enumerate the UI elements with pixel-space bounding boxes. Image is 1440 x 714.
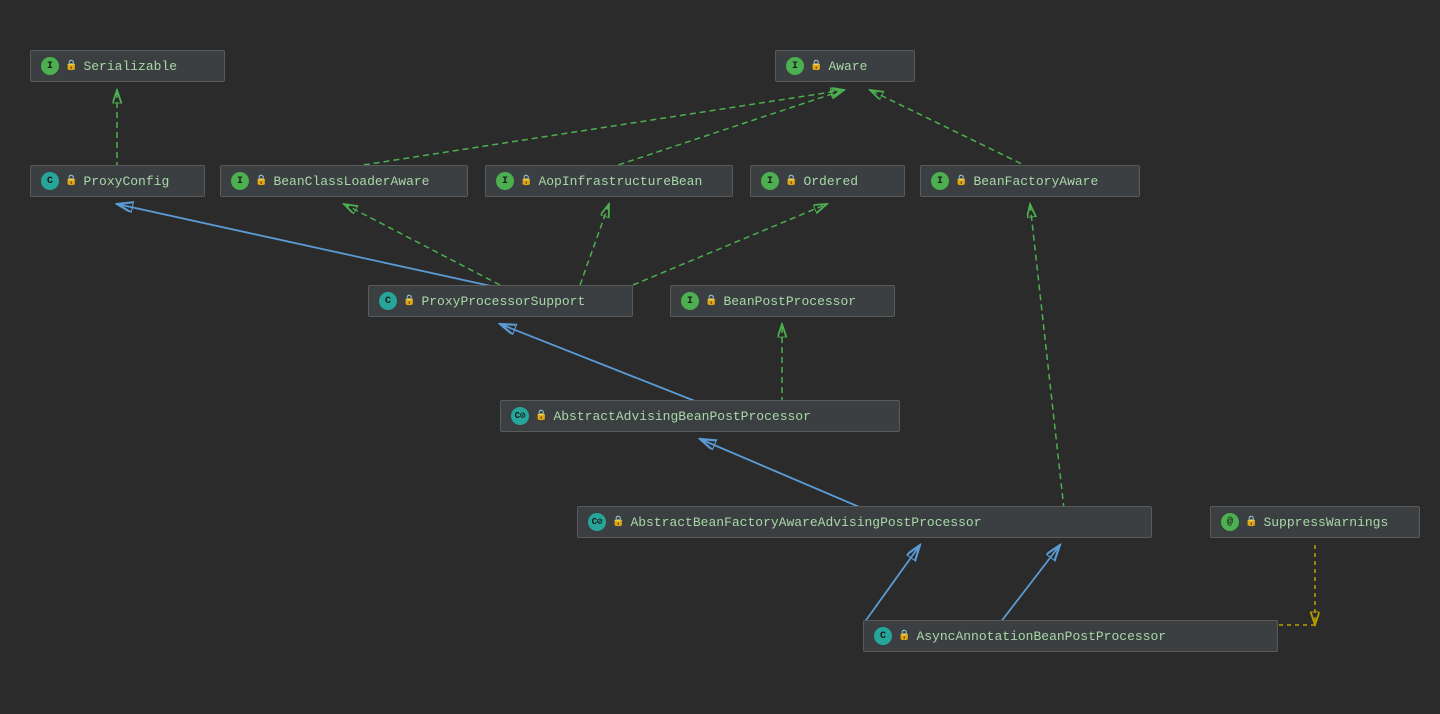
label-beanclassloaderaware: BeanClassLoaderAware [273, 174, 429, 189]
lock-icon-aware: 🔒 [810, 60, 822, 72]
lock-icon-aopinfrastructurebean: 🔒 [520, 175, 532, 187]
node-aopinfrastructurebean[interactable]: I 🔒 AopInfrastructureBean [485, 165, 733, 197]
lock-icon-proxyconfig: 🔒 [65, 175, 77, 187]
badge-beanpostprocessor: I [681, 292, 699, 310]
badge-serializable: I [41, 57, 59, 75]
node-abstractbeanfactoryawareadvisingpostprocessor[interactable]: C⊘ 🔒 AbstractBeanFactoryAwareAdvisingPos… [577, 506, 1152, 538]
label-proxyconfig: ProxyConfig [83, 174, 169, 189]
label-abstractbeanfactory: AbstractBeanFactoryAwareAdvisingPostProc… [630, 515, 981, 530]
node-proxyconfig[interactable]: C 🔒 ProxyConfig [30, 165, 205, 197]
lock-icon-suppresswarnings: 🔒 [1245, 516, 1257, 528]
lock-icon-abstractbeanfactory: 🔒 [612, 516, 624, 528]
lock-icon-serializable: 🔒 [65, 60, 77, 72]
node-beanfactoryaware[interactable]: I 🔒 BeanFactoryAware [920, 165, 1140, 197]
lock-icon-ordered: 🔒 [785, 175, 797, 187]
label-abstractadvising: AbstractAdvisingBeanPostProcessor [553, 409, 810, 424]
node-proxyprocessorsupport[interactable]: C 🔒 ProxyProcessorSupport [368, 285, 633, 317]
label-beanpostprocessor: BeanPostProcessor [723, 294, 856, 309]
lock-icon-beanpostprocessor: 🔒 [705, 295, 717, 307]
label-beanfactoryaware: BeanFactoryAware [973, 174, 1098, 189]
node-abstractadvisingbeanpostprocessor[interactable]: C⊘ 🔒 AbstractAdvisingBeanPostProcessor [500, 400, 900, 432]
badge-asyncannotation: C [874, 627, 892, 645]
label-asyncannotation: AsyncAnnotationBeanPostProcessor [916, 629, 1166, 644]
lock-icon-asyncannotation: 🔒 [898, 630, 910, 642]
label-aware: Aware [828, 59, 867, 74]
label-suppresswarnings: SuppressWarnings [1263, 515, 1388, 530]
arrows-svg [0, 0, 1440, 714]
node-aware[interactable]: I 🔒 Aware [775, 50, 915, 82]
badge-beanclassloaderaware: I [231, 172, 249, 190]
badge-suppresswarnings: @ [1221, 513, 1239, 531]
badge-abstractadvising: C⊘ [511, 407, 529, 425]
node-serializable[interactable]: I 🔒 Serializable [30, 50, 225, 82]
lock-icon-proxyprocessorsupport: 🔒 [403, 295, 415, 307]
node-asyncannotationbeanpostprocessor[interactable]: C 🔒 AsyncAnnotationBeanPostProcessor [863, 620, 1278, 652]
badge-proxyconfig: C [41, 172, 59, 190]
badge-ordered: I [761, 172, 779, 190]
node-ordered[interactable]: I 🔒 Ordered [750, 165, 905, 197]
label-proxyprocessorsupport: ProxyProcessorSupport [421, 294, 585, 309]
badge-abstractbeanfactory: C⊘ [588, 513, 606, 531]
badge-aopinfrastructurebean: I [496, 172, 514, 190]
label-ordered: Ordered [803, 174, 858, 189]
diagram-container: I 🔒 Serializable I 🔒 Aware C 🔒 ProxyConf… [0, 0, 1440, 714]
lock-icon-abstractadvising: 🔒 [535, 410, 547, 422]
node-beanpostprocessor[interactable]: I 🔒 BeanPostProcessor [670, 285, 895, 317]
label-aopinfrastructurebean: AopInfrastructureBean [538, 174, 702, 189]
label-serializable: Serializable [83, 59, 177, 74]
lock-icon-beanfactoryaware: 🔒 [955, 175, 967, 187]
node-suppresswarnings[interactable]: @ 🔒 SuppressWarnings [1210, 506, 1420, 538]
badge-beanfactoryaware: I [931, 172, 949, 190]
lock-icon-beanclassloaderaware: 🔒 [255, 175, 267, 187]
badge-aware: I [786, 57, 804, 75]
badge-proxyprocessorsupport: C [379, 292, 397, 310]
node-beanclassloaderaware[interactable]: I 🔒 BeanClassLoaderAware [220, 165, 468, 197]
